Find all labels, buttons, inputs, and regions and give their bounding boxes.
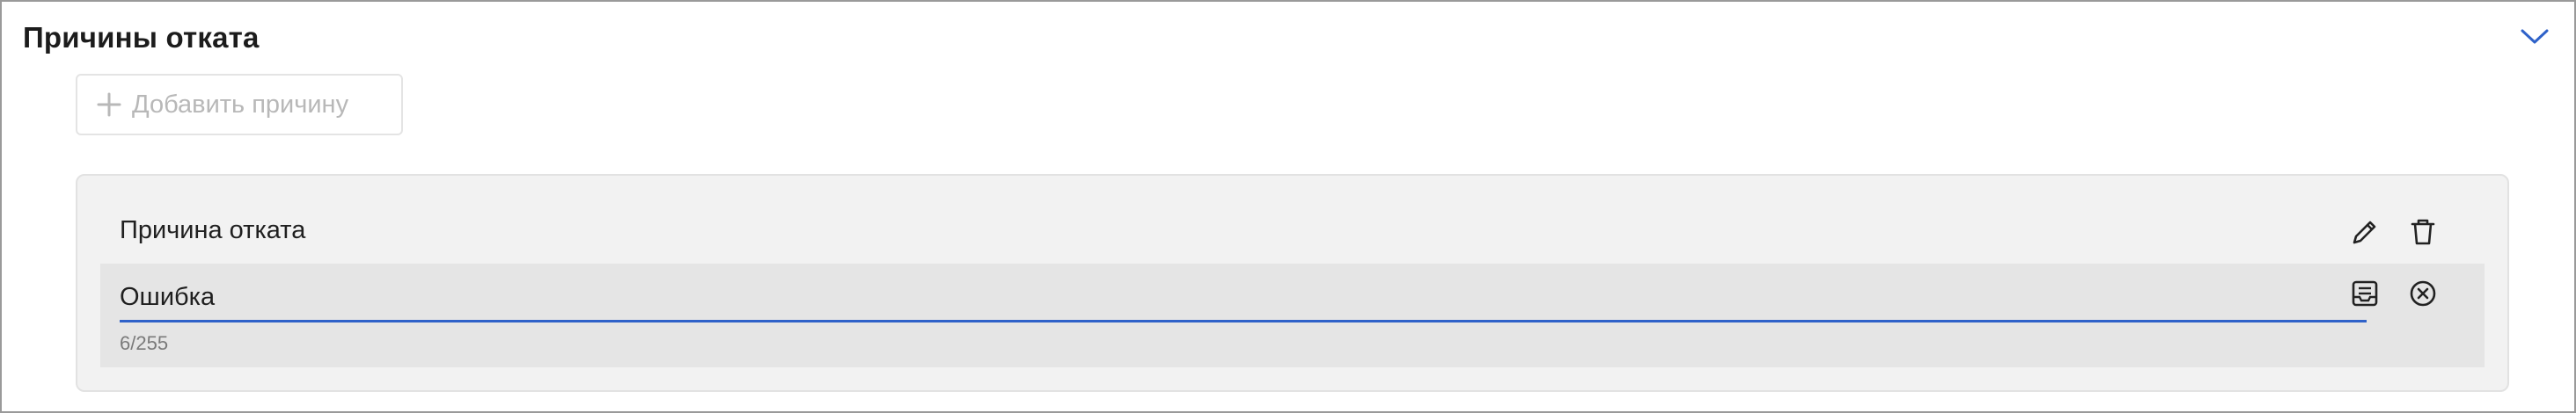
reason-edit-row: 6/255 — [100, 264, 2485, 367]
trash-icon[interactable] — [2405, 214, 2441, 250]
reason-input[interactable] — [120, 274, 2367, 320]
reason-input-wrapper — [120, 274, 2367, 322]
reason-card: Причина отката 6/255 — [76, 174, 2509, 392]
reason-card-title: Причина отката — [120, 216, 306, 244]
save-icon[interactable] — [2347, 276, 2382, 311]
rollback-reasons-panel: Причины отката Добавить причину Причина … — [0, 0, 2576, 413]
character-counter: 6/255 — [120, 332, 169, 354]
add-reason-button[interactable]: Добавить причину — [76, 74, 403, 135]
section-title: Причины отката — [23, 21, 260, 54]
plus-icon — [97, 92, 121, 117]
pencil-icon[interactable] — [2347, 214, 2382, 250]
close-circle-icon[interactable] — [2405, 276, 2441, 311]
chevron-down-icon[interactable] — [2520, 26, 2550, 46]
add-reason-label: Добавить причину — [132, 90, 349, 119]
